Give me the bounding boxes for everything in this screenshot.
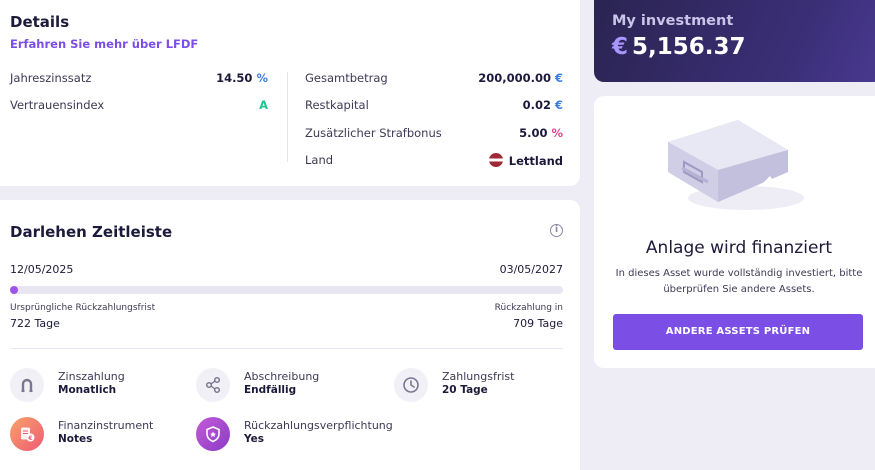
investment-value: 5,156.37 [632,34,746,60]
trust-grade: A [259,98,268,112]
original-term-caption: Ursprüngliche Rückzahlungsfrist [10,303,156,313]
detail-label: Vertrauensindex [10,98,105,112]
briefcase-illustration-icon [668,120,804,210]
document-euro-icon: € [10,417,44,451]
section-divider [10,348,563,349]
feature-value: Notes [58,433,93,445]
feature-amortization: Abschreibung Endfällig [196,368,376,404]
my-investment-card: My investment €5,156.37 [594,0,875,82]
learn-more-link[interactable]: Erfahren Sie mehr über LFDF [10,37,198,51]
horseshoe-icon [10,368,44,402]
funding-status-card: Anlage wird finanziert In dieses Asset w… [594,96,875,368]
feature-value: 20 Tage [442,384,488,396]
detail-unit: % [256,71,268,85]
detail-row-penalty-bonus: Zusätzlicher Strafbonus 5.00 % [305,126,563,140]
feature-value: Yes [244,433,265,445]
detail-unit: € [554,71,563,85]
timeline-card: Darlehen Zeitleiste i 12/05/2025 03/05/2… [0,200,580,470]
feature-title: Zinszahlung [58,370,125,383]
detail-row-country: Land Lettland [305,153,563,168]
clock-icon [394,368,428,402]
feature-interest-payment: Zinszahlung Monatlich [10,368,190,404]
detail-value: 0.02 [522,98,551,112]
shield-icon [196,417,230,451]
details-title: Details [10,13,70,31]
feature-title: Finanzinstrument [58,419,154,432]
detail-label: Land [305,153,334,167]
detail-unit: € [554,98,563,112]
details-card: Details Erfahren Sie mehr über LFDF Jahr… [0,0,580,186]
status-title: Anlage wird finanziert [645,238,833,258]
share-nodes-icon [196,368,230,402]
feature-title: Abschreibung [244,370,320,383]
detail-label: Gesamtbetrag [305,71,388,85]
detail-value: 5.00 [519,126,548,140]
start-date: 12/05/2025 [10,263,74,276]
status-description: In dieses Asset wurde vollständig invest… [615,268,863,295]
timeline-title: Darlehen Zeitleiste [10,223,173,241]
investment-title: My investment [612,13,734,29]
info-icon[interactable]: i [550,224,563,237]
timeline-progress-fill [10,286,19,294]
detail-label: Zusätzlicher Strafbonus [305,126,442,140]
feature-value: Endfällig [244,384,297,396]
detail-row-total: Gesamtbetrag 200,000.00 € [305,71,563,85]
investment-currency: € [612,34,629,60]
end-date: 03/05/2027 [499,263,563,276]
detail-value: 14.50 [216,71,253,85]
detail-label: Jahreszinssatz [10,71,92,85]
feature-financial-instrument: € Finanzinstrument Notes [10,417,190,453]
detail-value: 200,000.00 [478,71,551,85]
original-term-value: 722 Tage [10,317,60,330]
detail-unit: % [551,126,563,140]
detail-row-remaining: Restkapital 0.02 € [305,98,563,112]
vertical-divider [287,72,288,162]
feature-value: Monatlich [58,384,117,396]
repayment-in-caption: Rückzahlung in [494,303,563,313]
latvia-flag-icon [488,153,503,167]
detail-row-interest: Jahreszinssatz 14.50 % [10,71,268,85]
feature-repayment-obligation: Rückzahlungsverpflichtung Yes [196,417,416,453]
check-other-assets-button[interactable]: ANDERE ASSETS PRÜFEN [613,314,863,350]
investment-amount: €5,156.37 [612,34,746,60]
feature-title: Zahlungsfrist [442,370,515,383]
timeline-progress-bar [10,286,563,294]
country-value: Lettland [508,154,563,168]
svg-text:€: € [27,435,32,442]
repayment-in-value: 709 Tage [513,317,563,330]
feature-title: Rückzahlungsverpflichtung [244,419,393,432]
detail-label: Restkapital [305,98,369,112]
detail-row-trust-index: Vertrauensindex A [10,98,268,112]
feature-payment-term: Zahlungsfrist 20 Tage [394,368,564,404]
